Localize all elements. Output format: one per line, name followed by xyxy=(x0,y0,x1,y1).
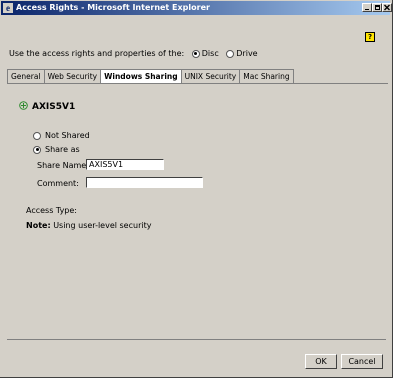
ie-icon: e xyxy=(3,3,13,13)
share-name-input[interactable] xyxy=(86,159,164,170)
maximize-icon xyxy=(375,5,380,10)
radio-disc[interactable] xyxy=(191,49,200,58)
radio-drive-label: Drive xyxy=(236,49,258,58)
access-prompt: Use the access rights and properties of … xyxy=(9,49,185,58)
dialog-window: e Access Rights - Microsoft Internet Exp… xyxy=(0,0,393,378)
footer-divider xyxy=(7,339,386,340)
minimize-icon xyxy=(365,9,369,10)
share-as-label: Share as xyxy=(45,145,80,154)
tab-web-security[interactable]: Web Security xyxy=(43,69,102,83)
share-icon xyxy=(19,101,28,110)
tab-strip: General Web Security Windows Sharing UNI… xyxy=(7,69,294,83)
not-shared-option[interactable]: Not Shared xyxy=(33,131,90,140)
close-button[interactable] xyxy=(382,3,392,12)
tab-unix-security[interactable]: UNIX Security xyxy=(180,69,241,83)
security-note: Note: Using user-level security xyxy=(26,221,151,230)
help-button[interactable]: ? xyxy=(365,32,375,42)
cancel-button[interactable]: Cancel xyxy=(341,354,383,369)
radio-not-shared[interactable] xyxy=(33,131,41,140)
radio-drive[interactable] xyxy=(226,49,235,58)
share-as-option[interactable]: Share as xyxy=(33,145,80,154)
access-source-row: Use the access rights and properties of … xyxy=(9,49,258,58)
minimize-button[interactable] xyxy=(362,3,372,12)
radio-disc-label: Disc xyxy=(201,49,219,58)
tab-windows-sharing[interactable]: Windows Sharing xyxy=(100,69,182,83)
comment-label: Comment: xyxy=(37,179,79,188)
ok-button[interactable]: OK xyxy=(305,354,337,369)
maximize-button[interactable] xyxy=(372,3,382,12)
share-name-label: Share Name: xyxy=(37,161,89,170)
note-text: Using user-level security xyxy=(53,221,152,230)
close-icon xyxy=(384,4,390,11)
svg-text:e: e xyxy=(6,3,10,13)
share-resource-name: AXIS5V1 xyxy=(32,102,76,112)
help-icon: ? xyxy=(367,33,373,41)
not-shared-label: Not Shared xyxy=(45,131,90,140)
access-type-label: Access Type: xyxy=(26,206,77,215)
window-title: Access Rights - Microsoft Internet Explo… xyxy=(16,3,210,12)
radio-share-as[interactable] xyxy=(33,145,41,154)
title-bar: e Access Rights - Microsoft Internet Exp… xyxy=(1,1,392,15)
note-label: Note: xyxy=(26,221,51,230)
comment-input[interactable] xyxy=(86,177,203,188)
tab-general[interactable]: General xyxy=(7,69,45,83)
tab-mac-sharing[interactable]: Mac Sharing xyxy=(239,69,294,83)
